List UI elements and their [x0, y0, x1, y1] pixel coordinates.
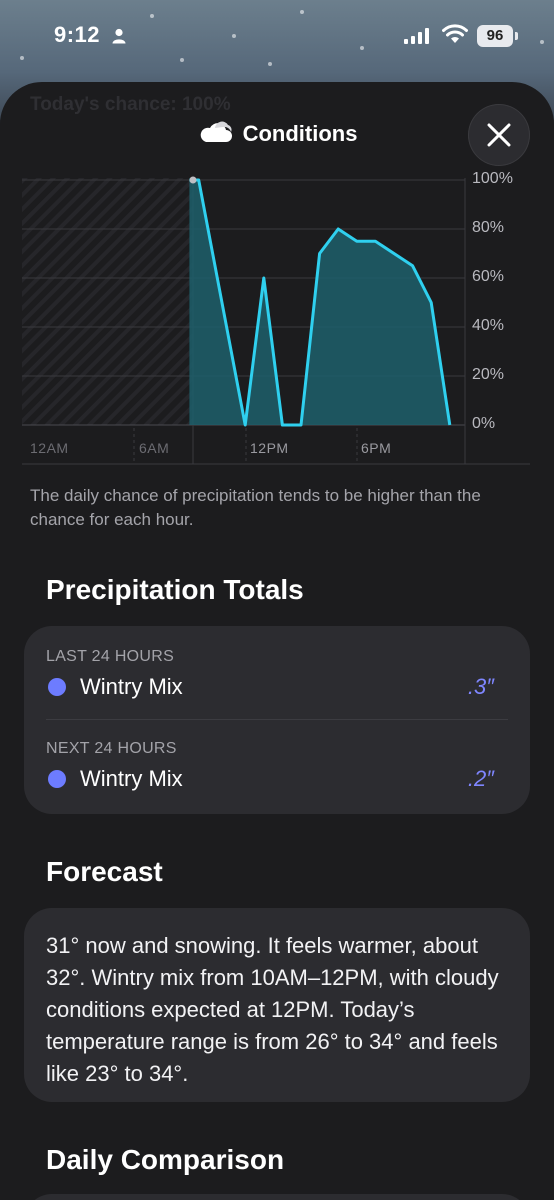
y-tick-label: 80%: [472, 219, 505, 236]
battery-level: 96: [477, 25, 513, 47]
totals-row-name: Wintry Mix: [80, 674, 183, 699]
x-tick-label: 6PM: [361, 440, 392, 456]
x-tick-label: 12AM: [30, 440, 69, 456]
y-tick-label: 40%: [472, 317, 505, 334]
battery-icon: [515, 32, 518, 40]
x-tick-label: 12PM: [250, 440, 289, 456]
x-tick-label: 6AM: [139, 440, 170, 456]
now-marker: [189, 176, 197, 184]
sheet-title-label: Conditions: [242, 121, 358, 146]
chart-footnote: The daily chance of precipitation tends …: [30, 486, 481, 529]
totals-row-value: .2″: [467, 766, 494, 791]
forecast-card: 31° now and snowing. It feels warmer, ab…: [24, 908, 530, 1102]
forecast-heading: Forecast: [46, 856, 163, 887]
status-time: 9:12: [54, 22, 101, 47]
totals-row-label: LAST 24 HOURS: [46, 648, 175, 665]
person-icon: [112, 28, 126, 49]
past-hours-shading: [22, 178, 193, 425]
status-bar: 9:12 96: [0, 0, 554, 72]
precipitation-totals-card: LAST 24 HOURS Wintry Mix .3″ NEXT 24 HOU…: [24, 626, 530, 814]
precipitation-chart: 100% 80% 60% 40% 20% 0% 12AM 6AM 12PM 6P…: [0, 170, 554, 472]
y-tick-label: 0%: [472, 415, 496, 432]
daily-comparison-heading: Daily Comparison: [46, 1144, 285, 1175]
close-button[interactable]: [468, 104, 530, 166]
series-area: [189, 180, 450, 425]
wifi-icon: [442, 24, 468, 49]
y-tick-label: 20%: [472, 366, 505, 383]
wintry-mix-dot-icon: [48, 770, 66, 788]
y-tick-label: 100%: [472, 170, 513, 187]
precipitation-totals-heading: Precipitation Totals: [46, 574, 304, 605]
close-icon: [487, 123, 511, 147]
cellular-signal-icon: [404, 28, 430, 49]
y-tick-label: 60%: [472, 268, 505, 285]
cloud-icon: [197, 120, 233, 150]
forecast-text: 31° now and snowing. It feels warmer, ab…: [46, 933, 499, 1086]
wintry-mix-dot-icon: [48, 678, 66, 696]
row-divider: [46, 719, 508, 720]
chart-canvas: [22, 176, 530, 465]
conditions-sheet: Today's chance: 100% Conditions 100% 80%…: [0, 82, 554, 1200]
daily-comparison-card: [24, 1194, 530, 1200]
totals-row-label: NEXT 24 HOURS: [46, 740, 177, 757]
ghost-text: Today's chance: 100%: [30, 94, 231, 115]
totals-row-value: .3″: [467, 674, 494, 699]
totals-row-name: Wintry Mix: [80, 766, 183, 791]
